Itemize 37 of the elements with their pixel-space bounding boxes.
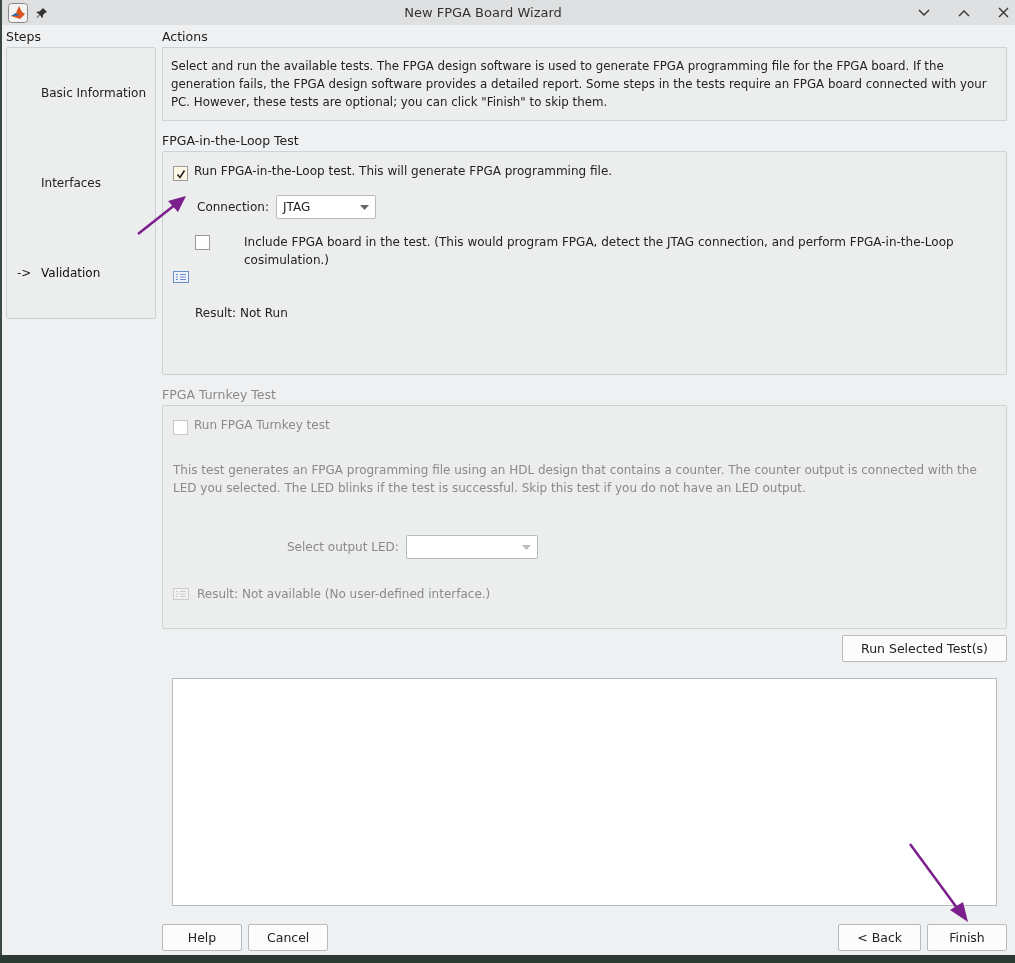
maximize-icon[interactable] — [958, 8, 970, 17]
checkbox-label: Run FPGA Turnkey test — [194, 418, 330, 432]
test-description: This test generates an FPGA programming file using an HDL design that contains a counter. The counter output is connected with the LED you selected. The LED blinks if the test is successful. Skip this test if you do not have an LED output. — [173, 462, 978, 497]
list-icon — [173, 588, 189, 600]
dropdown-caret-icon — [521, 544, 531, 550]
close-icon[interactable] — [998, 7, 1009, 18]
dropdown-caret-icon — [359, 204, 369, 210]
checkbox[interactable] — [195, 235, 210, 250]
checkbox-label: Run FPGA-in-the-Loop test. This will generate FPGA programming file. — [194, 164, 613, 178]
checkmark-icon — [175, 168, 186, 179]
actions-description: Select and run the available tests. The FPGA design software is used to generate FPGA programming file for the FPGA board. If the generation fails, the FPGA design software provides a detailed report. Some steps in the tests require an FPGA board connected with your PC. However, these tests are optional; you can click "Finish" to skip them. — [162, 47, 1007, 121]
app-logo-icon — [8, 2, 28, 23]
minimize-icon[interactable] — [918, 8, 930, 17]
annotation-arrow-drawing — [136, 194, 188, 236]
window-title: New FPGA Board Wizard — [403, 5, 563, 20]
led-label: Select output LED: — [287, 540, 399, 554]
dialog-button[interactable]: Cancel — [248, 924, 329, 951]
dialog-button[interactable]: Finish — [927, 924, 1007, 951]
steps-heading: Steps — [6, 29, 42, 46]
step-item[interactable]: Basic Information — [41, 86, 147, 100]
step-item[interactable]: Validation — [41, 266, 101, 280]
checkbox-label: Include FPGA board in the test. (This would program FPGA, detect the JTAG connection, and perform FPGA-in-the-Loop cosimulation.) — [244, 234, 955, 269]
actions-heading: Actions — [162, 29, 209, 46]
section-heading: FPGA-in-the-Loop Test — [162, 133, 300, 150]
result-text: Result: Not Run — [195, 306, 288, 320]
step-item[interactable]: Interfaces — [41, 176, 101, 190]
result-text: Result: Not available (No user-defined interface.) — [197, 587, 491, 601]
checkbox[interactable] — [173, 166, 188, 181]
connection-label: Connection: — [197, 200, 269, 214]
run-tests-button[interactable]: Run Selected Test(s) — [842, 635, 1007, 662]
list-icon — [173, 271, 189, 283]
pin-icon[interactable] — [36, 6, 48, 19]
section-heading: FPGA Turnkey Test — [162, 387, 277, 404]
current-step-marker: -> — [17, 266, 32, 280]
connection-dropdown[interactable]: JTAG — [275, 195, 376, 219]
dialog-button[interactable]: < Back — [838, 924, 921, 951]
dialog-button[interactable]: Help — [162, 924, 242, 951]
